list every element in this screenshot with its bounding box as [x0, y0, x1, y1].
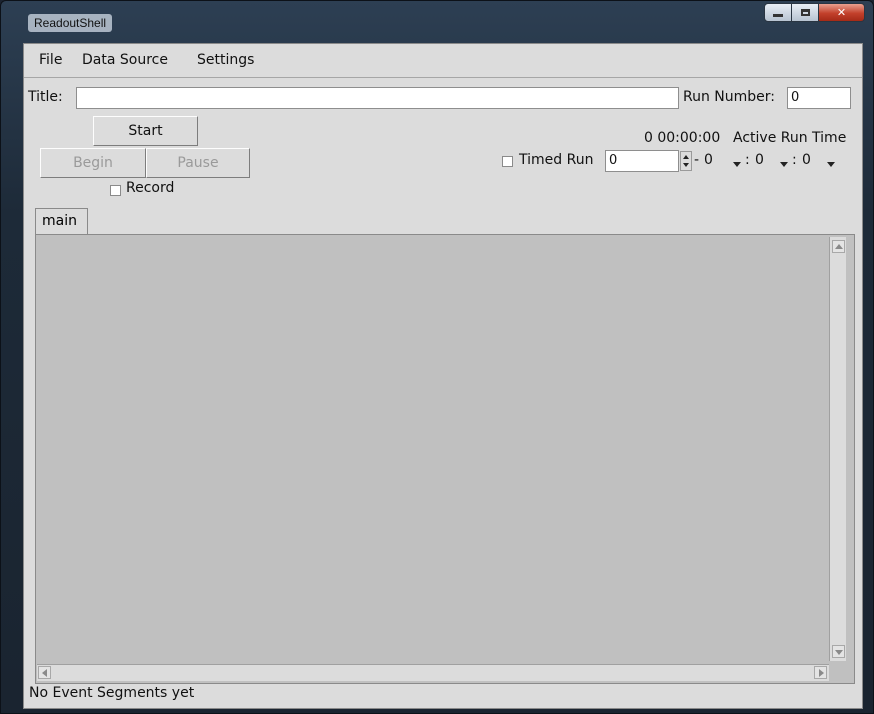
hours-select[interactable]: 0 — [704, 152, 713, 168]
minutes-select[interactable]: 0 — [755, 152, 764, 168]
elapsed-time: 0 00:00:00 — [644, 130, 721, 146]
days-spinner[interactable] — [680, 151, 692, 171]
start-button[interactable]: Start — [93, 116, 198, 146]
run-number-label: Run Number: — [683, 89, 776, 105]
active-run-time-label: Active Run Time — [733, 130, 847, 146]
app-window: ReadoutShell ✕ File Data Source Settings… — [0, 0, 874, 714]
title-bar[interactable]: ReadoutShell ✕ — [1, 1, 873, 35]
days-input[interactable]: 0 — [605, 150, 679, 172]
window-controls: ✕ — [764, 3, 865, 23]
title-label: Title: — [28, 89, 63, 105]
scroll-left-button[interactable] — [38, 666, 51, 679]
window-title: ReadoutShell — [28, 14, 113, 32]
begin-button[interactable]: Begin — [40, 148, 146, 178]
dropdown-arrow-icon[interactable] — [733, 162, 741, 167]
horizontal-scrollbar[interactable] — [37, 664, 829, 681]
menu-file[interactable]: File — [39, 52, 62, 68]
separator-colon: : — [745, 152, 750, 168]
separator-colon: : — [792, 152, 797, 168]
vertical-scrollbar[interactable] — [829, 237, 846, 661]
dropdown-arrow-icon[interactable] — [827, 162, 835, 167]
tab-main[interactable]: main — [35, 208, 88, 235]
minimize-button[interactable] — [764, 3, 792, 22]
spin-down-icon — [683, 163, 689, 167]
close-icon: ✕ — [836, 6, 847, 19]
scroll-right-icon — [819, 669, 824, 677]
title-input[interactable] — [76, 87, 679, 109]
record-label: Record — [126, 180, 175, 196]
scroll-left-icon — [42, 669, 47, 677]
timed-run-label: Timed Run — [519, 152, 594, 168]
close-button[interactable]: ✕ — [819, 3, 865, 22]
scroll-down-icon — [835, 650, 843, 655]
separator-dash: - — [694, 152, 700, 168]
maximize-button[interactable] — [792, 3, 819, 22]
menu-data-source[interactable]: Data Source — [82, 52, 168, 68]
scroll-right-button[interactable] — [814, 666, 827, 679]
seconds-select[interactable]: 0 — [802, 152, 811, 168]
minimize-icon — [773, 14, 783, 17]
scroll-down-button[interactable] — [832, 645, 845, 658]
pause-button[interactable]: Pause — [146, 148, 250, 178]
dropdown-arrow-icon[interactable] — [780, 162, 788, 167]
status-bar: No Event Segments yet — [29, 685, 195, 701]
output-panel — [35, 234, 855, 684]
menu-settings[interactable]: Settings — [197, 52, 254, 68]
spin-up-icon — [683, 155, 689, 159]
run-number-input[interactable]: 0 — [787, 87, 851, 109]
maximize-icon — [800, 9, 810, 16]
scroll-up-icon — [835, 244, 843, 249]
client-area: File Data Source Settings Title: Run Num… — [23, 43, 863, 709]
timed-run-checkbox[interactable] — [502, 156, 513, 167]
menu-bar: File Data Source Settings — [24, 44, 862, 78]
scroll-up-button[interactable] — [832, 240, 845, 253]
record-checkbox[interactable] — [110, 185, 121, 196]
